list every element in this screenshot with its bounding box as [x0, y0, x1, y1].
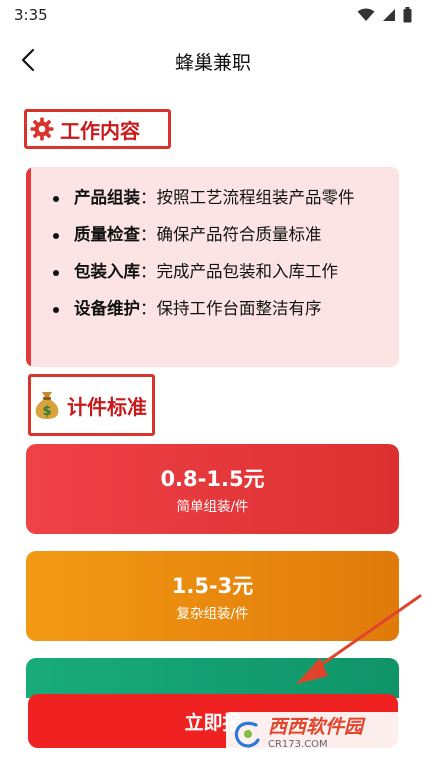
svg-text:$: $	[42, 404, 51, 419]
rate-card-simple[interactable]: 0.8-1.5元 简单组装/件	[26, 444, 399, 534]
job-item-key: 质量检查	[74, 225, 140, 244]
list-item: 产品组装：按照工艺流程组装产品零件	[46, 185, 386, 211]
bullet-dot	[53, 270, 59, 276]
rate-section-header: $ 计件标准	[28, 374, 155, 436]
status-icons	[357, 7, 412, 23]
watermark-logo-icon	[232, 719, 262, 749]
job-item-separator: ：	[140, 225, 157, 244]
rate-section-title: 计件标准	[67, 394, 147, 419]
rate-description: 简单组装/件	[176, 499, 249, 515]
rate-price: 0.8-1.5元	[160, 467, 265, 491]
signal-icon	[383, 9, 395, 21]
list-item: 质量检查：确保产品符合质量标准	[46, 222, 386, 248]
watermark-brand: 西西软件园	[268, 716, 364, 738]
bullet-dot	[53, 307, 59, 313]
status-time: 3:35	[14, 6, 48, 24]
job-section-title: 工作内容	[60, 118, 140, 143]
bullet-dot	[53, 233, 59, 239]
job-section-header: 工作内容	[24, 109, 171, 149]
watermark: 西西软件园 CR173.COM	[226, 712, 424, 756]
wifi-icon	[357, 8, 375, 21]
status-bar: 3:35	[0, 0, 426, 30]
job-item-key: 设备维护	[74, 299, 140, 318]
job-item-key: 包装入库	[74, 262, 140, 281]
job-item-separator: ：	[140, 188, 157, 207]
list-item: 设备维护：保持工作台面整洁有序	[46, 296, 386, 322]
job-item-value: 确保产品符合质量标准	[156, 225, 322, 244]
gear-icon	[30, 117, 54, 141]
battery-icon	[403, 7, 412, 23]
app-bar: 蜂巢兼职	[0, 38, 426, 82]
page-title: 蜂巢兼职	[174, 52, 251, 74]
list-item: 包装入库：完成产品包装和入库工作	[46, 259, 386, 285]
job-item-separator: ：	[140, 262, 157, 281]
money-bag-icon: $	[35, 392, 59, 419]
job-item-value: 完成产品包装和入库工作	[156, 262, 339, 281]
bullet-dot	[53, 196, 59, 202]
card-accent-bar	[26, 167, 31, 367]
job-item-value: 保持工作台面整洁有序	[156, 299, 322, 318]
watermark-text: 西西软件园 CR173.COM	[268, 718, 363, 750]
job-list: 产品组装：按照工艺流程组装产品零件 质量检查：确保产品符合质量标准 包装入库：完…	[46, 185, 386, 333]
job-item-key: 产品组装	[74, 188, 140, 207]
job-item-value: 按照工艺流程组装产品零件	[156, 188, 355, 207]
watermark-url: CR173.COM	[268, 739, 328, 750]
job-item-separator: ：	[140, 299, 157, 318]
annotation-arrow	[296, 594, 422, 684]
